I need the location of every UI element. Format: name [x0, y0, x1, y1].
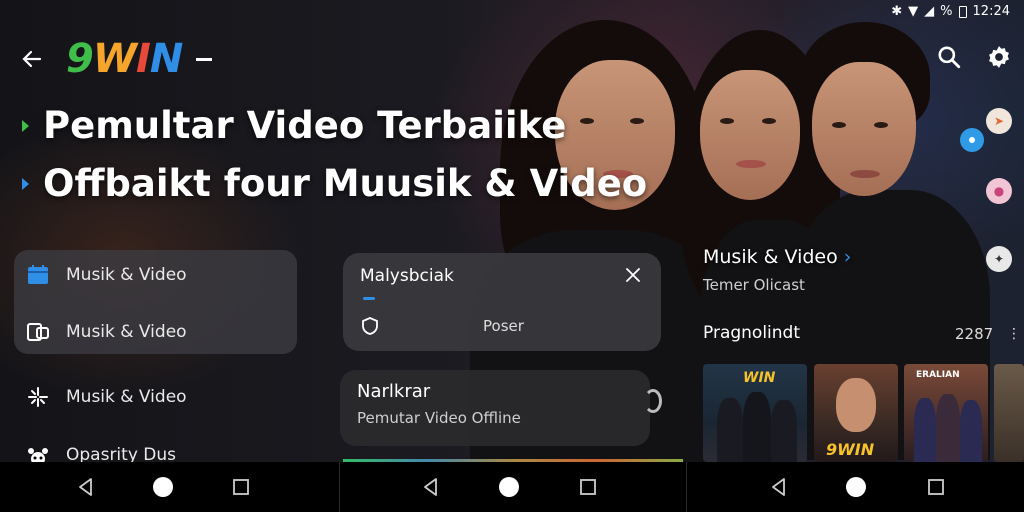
signal-icon: ◢ — [924, 4, 935, 19]
thumb-caption: ERALIAN — [916, 370, 960, 380]
nav-back-icon[interactable] — [420, 476, 442, 498]
menu-item-label: Musik & Video — [66, 387, 187, 407]
battery-icon — [958, 5, 967, 18]
menu-item-3[interactable]: Musik & Video — [26, 385, 187, 409]
chevron-right-icon: › — [843, 246, 852, 268]
arrow-left-icon — [22, 50, 42, 68]
section-count: 2287 — [955, 325, 994, 343]
video-thumbnail[interactable]: 9WIN — [814, 364, 898, 462]
wifi-icon: ▼ — [908, 4, 919, 19]
section-title: Pragnolindt — [703, 323, 801, 343]
headline-2: Offbaikt four Muusik & Video — [22, 162, 647, 205]
nav-home-icon[interactable] — [498, 476, 520, 498]
nav-back-icon[interactable] — [75, 476, 97, 498]
battery-percent: % — [940, 4, 953, 19]
bluetooth-icon: ✱ — [891, 4, 903, 19]
app-logo: 9WIN — [66, 36, 183, 82]
panel2-title: Narlkrar — [357, 381, 431, 402]
nav-home-icon[interactable] — [845, 476, 867, 498]
app-bar: 9WIN — [18, 36, 213, 82]
search-icon[interactable] — [936, 44, 962, 70]
menu-item-label: Musik & Video — [66, 265, 187, 285]
panel-indicator — [363, 297, 375, 300]
settings-icon[interactable] — [986, 44, 1012, 70]
video-thumbnail[interactable]: ERALIAN — [904, 364, 988, 462]
right-title-text: Musik & Video — [703, 246, 838, 268]
floating-share-button[interactable]: ✦ — [986, 246, 1012, 272]
panel-title: Malysbciak — [360, 266, 454, 286]
top-actions — [936, 44, 1012, 70]
menu-item-label: Opasrity Dus — [66, 445, 177, 462]
panel2-subtitle: Pemutar Video Offline — [357, 409, 521, 427]
menu-item-label: Musik & Video — [66, 322, 187, 342]
floating-pink-button[interactable]: ● — [986, 178, 1012, 204]
nav-back-icon[interactable] — [768, 476, 790, 498]
panel-row-label[interactable]: Poser — [483, 317, 524, 335]
video-thumbnail[interactable] — [994, 364, 1024, 462]
nav-divider — [339, 462, 340, 512]
menu-item-4[interactable]: Opasrity Dus — [26, 445, 176, 462]
right-subtitle: Temer Olicast — [703, 276, 805, 294]
offline-panel[interactable]: Narlkrar Pemutar Video Offline — [340, 370, 650, 446]
floating-orange-button[interactable]: ➤ — [986, 108, 1012, 134]
calendar-icon — [26, 263, 50, 287]
back-button[interactable] — [18, 45, 46, 73]
shield-icon — [362, 317, 378, 335]
bullet-icon — [22, 177, 29, 190]
right-title[interactable]: Musik & Video › — [703, 246, 851, 268]
thumb-caption: WIN — [743, 370, 776, 386]
headline-1-text: Pemultar Video Terbaiike — [43, 104, 567, 147]
sparkle-icon — [26, 385, 50, 409]
headline-1: Pemultar Video Terbaiike — [22, 104, 566, 147]
more-icon[interactable]: ⋮ — [1007, 326, 1021, 342]
logo-dash — [196, 57, 213, 61]
share-screen-icon — [26, 320, 50, 344]
floating-blue-button[interactable] — [960, 128, 984, 152]
nav-recents-icon[interactable] — [577, 476, 599, 498]
nav-recents-icon[interactable] — [230, 476, 252, 498]
search-panel: Malysbciak Poser — [343, 253, 661, 351]
nav-recents-icon[interactable] — [925, 476, 947, 498]
close-icon[interactable] — [625, 267, 641, 283]
status-bar: ✱ ▼ ◢ % 12:24 — [891, 4, 1010, 19]
nav-home-icon[interactable] — [152, 476, 174, 498]
video-thumbnail[interactable]: WIN — [703, 364, 807, 462]
pet-icon — [26, 445, 50, 462]
clock: 12:24 — [972, 4, 1010, 19]
menu-item-1[interactable]: Musik & Video — [26, 263, 187, 287]
thumb-caption: 9WIN — [826, 440, 875, 459]
bullet-icon — [22, 119, 29, 132]
menu-item-2[interactable]: Musik & Video — [26, 320, 187, 344]
loading-spinner — [644, 389, 662, 413]
nav-divider — [686, 462, 687, 512]
headline-2-text: Offbaikt four Muusik & Video — [43, 162, 648, 205]
